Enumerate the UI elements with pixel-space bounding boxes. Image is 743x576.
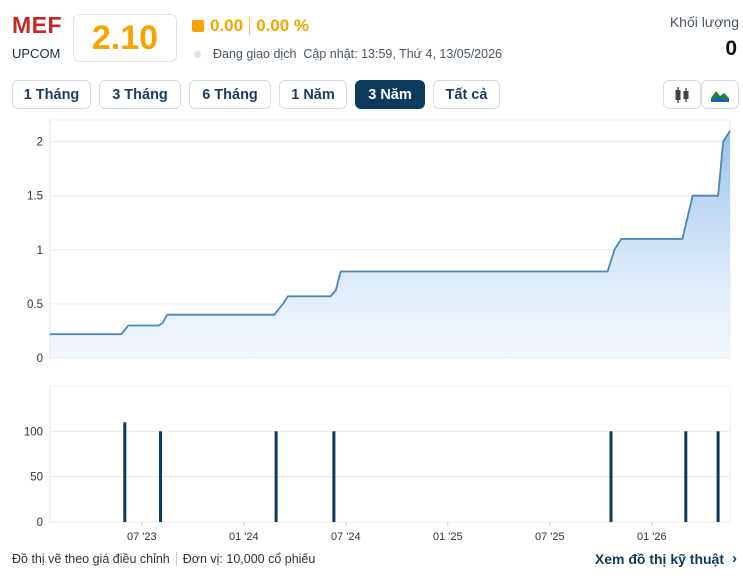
exchange-name: UPCOM (12, 46, 61, 61)
volume-bar (123, 422, 127, 522)
price-volume-chart: 0 0.5 1 1.5 2 0 50 100 07 '23 01 '24 07 '24 01 '2… (24, 119, 731, 543)
trading-status: Đang giao dịch (213, 47, 297, 61)
change-separator (249, 17, 251, 35)
price-y-tick-label: 0 (37, 353, 43, 365)
tab-3-years[interactable]: 3 Năm (355, 80, 425, 109)
no-change-icon (192, 20, 204, 32)
status-line: Đang giao dịch Cập nhật: 13:59, Thứ 4, 1… (194, 47, 502, 61)
candlestick-icon (675, 86, 689, 103)
x-tick-label: 07 '25 (535, 531, 565, 543)
status-dot-icon (194, 50, 201, 58)
price-y-tick-label: 1.5 (27, 191, 43, 203)
x-axis: 07 '23 01 '24 07 '24 01 '25 07 '25 01 '26 (127, 522, 667, 543)
volume-bar (716, 431, 720, 522)
x-tick-label: 07 '24 (331, 531, 361, 543)
volume-bar (684, 431, 688, 522)
change-value: 0.00 (210, 16, 244, 35)
chart-footer: Đồ thị vẽ theo giá điều chỉnh Đơn vị: 10… (12, 552, 315, 566)
technical-chart-label: Xem đồ thị kỹ thuật (594, 550, 724, 567)
x-tick-label: 01 '25 (433, 531, 463, 543)
tab-1-month[interactable]: 1 Tháng (12, 80, 91, 109)
volume-bar (159, 431, 162, 522)
volume-unit-note: Đơn vị: 10,000 cổ phiếu (182, 552, 316, 566)
price-y-tick-label: 0.5 (27, 299, 43, 311)
volume-bar (332, 431, 336, 522)
price-y-tick-label: 1 (37, 245, 43, 257)
price-y-tick-label: 2 (37, 137, 43, 149)
tab-1-year[interactable]: 1 Năm (279, 80, 347, 109)
ticker-symbol: MEF (12, 12, 63, 38)
area-chart-icon (711, 90, 729, 102)
volume-bar (609, 431, 613, 522)
candlestick-chart-button[interactable] (663, 80, 701, 109)
x-tick-label: 01 '24 (229, 531, 259, 543)
period-tabs: 1 Tháng 3 Tháng 6 Tháng 1 Năm 3 Năm Tất … (12, 80, 508, 109)
change-percent: 0.00 % (256, 16, 310, 35)
update-time: Cập nhật: 13:59, Thứ 4, 13/05/2026 (303, 47, 502, 61)
current-price: 2.10 (73, 14, 177, 62)
volume-label: Khối lượng (669, 14, 739, 30)
volume-value: 0 (725, 37, 737, 60)
x-tick-label: 01 '26 (637, 531, 667, 543)
price-area-chart: 0 0.5 1 1.5 2 (27, 119, 731, 365)
area-chart-button[interactable] (701, 80, 739, 109)
volume-y-tick-label: 50 (30, 472, 43, 484)
volume-bar-chart: 0 50 100 (24, 385, 731, 529)
volume-y-tick-label: 0 (37, 517, 43, 529)
volume-bar (274, 431, 278, 522)
adjusted-price-note: Đồ thị vẽ theo giá điều chỉnh (12, 552, 170, 566)
technical-chart-link[interactable]: Xem đồ thị kỹ thuật › (595, 550, 737, 567)
price-area-fill (50, 130, 730, 358)
volume-y-tick-label: 100 (24, 426, 43, 438)
tab-all[interactable]: Tất cả (433, 80, 500, 109)
price-change: 0.00 0.00 % (192, 16, 309, 36)
x-tick-label: 07 '23 (127, 531, 157, 543)
chevron-right-icon: › (732, 550, 737, 567)
tab-6-months[interactable]: 6 Tháng (189, 80, 271, 109)
footer-separator (175, 552, 177, 566)
tab-3-months[interactable]: 3 Tháng (99, 80, 181, 109)
